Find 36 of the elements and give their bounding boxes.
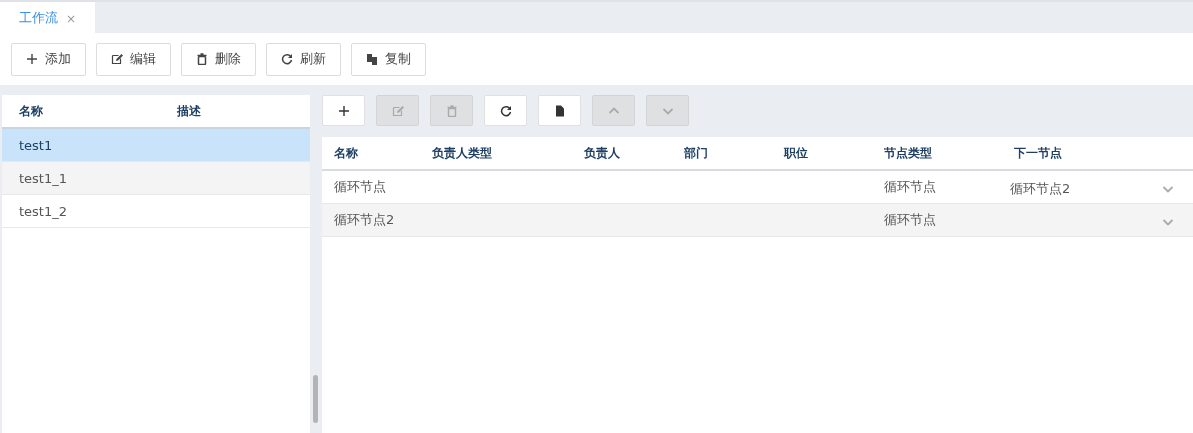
plus-icon	[337, 104, 350, 117]
refresh-icon	[499, 104, 512, 117]
icon-button[interactable]	[538, 95, 581, 126]
toolbar-button[interactable]: 删除	[181, 42, 256, 76]
toolbar-button[interactable]: 刷新	[266, 42, 341, 76]
column-header: 职位	[782, 144, 809, 162]
trash-icon	[196, 53, 208, 65]
icon-button[interactable]	[484, 95, 527, 126]
column-header: 下一节点	[1013, 144, 1062, 162]
trash-icon	[445, 104, 458, 117]
toolbar-button[interactable]: 添加	[11, 42, 86, 76]
table-row[interactable]: test1_1	[2, 162, 310, 195]
table-cell-text: 循环节点	[883, 178, 937, 196]
column-header: 部门	[683, 144, 709, 162]
tab[interactable]: 工作流 ×	[0, 2, 95, 33]
file-icon	[553, 104, 566, 117]
table-cell-text: 循环节点2	[333, 211, 396, 229]
scrollbar-thumb[interactable]	[313, 375, 318, 423]
column-header: 节点类型	[883, 144, 933, 162]
toolbar-button[interactable]: 编辑	[96, 42, 171, 76]
column-header: 描述	[177, 102, 201, 120]
toolbar-button[interactable]: 复制	[351, 42, 426, 76]
table-cell-text: 循环节点	[883, 211, 937, 229]
dropdown[interactable]: 循环节点2	[1002, 174, 1174, 204]
column-header: 名称	[18, 102, 44, 120]
plus-icon	[26, 53, 38, 65]
edit-icon	[111, 53, 123, 65]
column-header: 名称	[333, 144, 359, 162]
table-row[interactable]: test1_2	[2, 195, 310, 228]
table-cell-text: 循环节点	[333, 178, 387, 196]
table-row[interactable]: test1	[2, 129, 310, 162]
column-header: 负责人类型	[431, 144, 493, 162]
copy-icon	[366, 53, 378, 65]
column-header: 负责人	[583, 144, 621, 162]
refresh-icon	[281, 53, 293, 65]
edit-icon	[391, 104, 404, 117]
